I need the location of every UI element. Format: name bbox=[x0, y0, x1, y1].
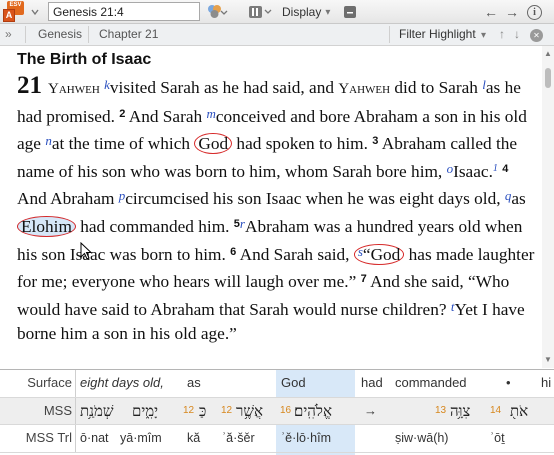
verse-text: did to Sarah bbox=[390, 78, 483, 97]
forward-button[interactable]: → bbox=[505, 0, 519, 24]
cross-reference-link[interactable]: m bbox=[206, 106, 215, 121]
verse-text: And Sarah bbox=[125, 106, 207, 126]
verse-number[interactable]: 4 bbox=[502, 163, 508, 175]
section-heading: The Birth of Isaac bbox=[17, 51, 152, 68]
color-palette-icon[interactable] bbox=[206, 0, 228, 24]
info-button[interactable]: i bbox=[527, 0, 542, 24]
mouse-cursor-icon bbox=[80, 242, 93, 260]
hebrew-word[interactable]: כַּ bbox=[199, 398, 206, 424]
panel-layout-icon[interactable] bbox=[248, 0, 274, 24]
hebrew-word[interactable]: אֹת֖ bbox=[510, 398, 528, 424]
mss-transliteration-row: MSS Trl ō·nat yā·mîm kă ʾă·šěr ʾě·lō·hîm… bbox=[0, 424, 554, 452]
transliteration-word[interactable]: ō·nat bbox=[80, 425, 109, 451]
highlighted-word-god[interactable]: s“God bbox=[353, 243, 405, 265]
breadcrumb-divider bbox=[389, 26, 390, 43]
scrollbar-thumb[interactable] bbox=[545, 68, 551, 88]
hebrew-word[interactable]: אֲשֶׁ֥ר bbox=[236, 398, 263, 424]
god-word: God bbox=[370, 244, 401, 264]
passage-text: 21 Yahweh kvisited Sarah as he had said, … bbox=[17, 73, 537, 347]
app-menu-chevron-icon[interactable] bbox=[30, 0, 40, 24]
close-icon: ✕ bbox=[530, 29, 543, 42]
app-letter-badge: A bbox=[3, 9, 15, 22]
breadcrumb: » Genesis Chapter 21 Filter Highlight ▾ … bbox=[0, 24, 554, 46]
scroll-down-arrow-icon[interactable]: ▼ bbox=[542, 355, 554, 365]
verse-text: And Abraham bbox=[17, 189, 119, 209]
display-chevron-icon: ▾ bbox=[325, 6, 331, 18]
bible-text-pane: The Birth of Isaac 21 Yahweh kvisited Sar… bbox=[0, 46, 542, 368]
quote-mark: “ bbox=[362, 244, 371, 264]
strong-number: 14 bbox=[490, 405, 502, 416]
verse-text: circumcised his son Isaac when he was ei… bbox=[125, 189, 505, 209]
transliteration-word[interactable]: ʾōṯ bbox=[490, 425, 505, 451]
filter-highlight-label: Filter Highlight bbox=[399, 27, 476, 41]
divine-name: Yahweh bbox=[48, 81, 100, 97]
verse-text: at the time of which bbox=[51, 134, 195, 154]
toolbar: ESV A Display ▾ ← → i bbox=[0, 0, 554, 24]
back-button[interactable]: ← bbox=[484, 0, 498, 24]
filter-chevron-icon: ▾ bbox=[481, 30, 487, 41]
verse-text: And Sarah said, bbox=[236, 244, 354, 264]
breadcrumb-expander[interactable]: » bbox=[5, 24, 12, 45]
strong-number: 12 bbox=[183, 405, 195, 416]
strong-number: 12 bbox=[221, 405, 233, 416]
mss-row: MSS שְׁמֹנַ֥ת יָמִ֑ים 12 כַּ 12 אֲשֶׁ֥ר … bbox=[0, 397, 554, 424]
row-label-surface: Surface bbox=[0, 370, 76, 397]
surface-word[interactable]: had bbox=[361, 370, 383, 396]
surface-row: Surface eight days old, as God had comma… bbox=[0, 370, 554, 397]
verse-text: as bbox=[511, 189, 526, 209]
highlighted-word-god[interactable]: God bbox=[194, 133, 233, 155]
surface-word[interactable]: • bbox=[506, 370, 511, 396]
highlighted-word-elohim[interactable]: Elohim bbox=[17, 215, 76, 237]
reference-input[interactable] bbox=[48, 2, 200, 21]
hebrew-word[interactable]: אֱלֹהִֽים׃ bbox=[294, 398, 332, 424]
display-menu-button[interactable]: Display ▾ bbox=[282, 0, 330, 24]
breadcrumb-chapter[interactable]: Chapter 21 bbox=[99, 24, 158, 45]
filter-highlight-button[interactable]: Filter Highlight ▾ bbox=[399, 24, 486, 45]
breadcrumb-book[interactable]: Genesis bbox=[38, 24, 82, 45]
display-label: Display bbox=[282, 5, 322, 19]
surface-word[interactable]: hi bbox=[541, 370, 551, 396]
strong-number: 16 bbox=[280, 405, 292, 416]
transliteration-word[interactable]: yā·mîm bbox=[120, 425, 162, 451]
hebrew-word[interactable]: שְׁמֹנַ֥ת bbox=[80, 398, 114, 424]
hebrew-word[interactable]: צִוָּ֥ה bbox=[450, 398, 470, 424]
verse-text: had spoken to him. bbox=[232, 134, 373, 154]
vertical-scrollbar[interactable]: ▲ ▼ bbox=[542, 46, 554, 368]
breadcrumb-divider bbox=[88, 26, 89, 43]
hebrew-word[interactable]: יָמִ֑ים bbox=[132, 398, 158, 424]
interlinear-pane: Surface eight days old, as God had comma… bbox=[0, 369, 554, 455]
close-filter-button[interactable]: ✕ bbox=[530, 24, 543, 45]
arrow-icon: → bbox=[364, 403, 377, 418]
strong-number: 13 bbox=[435, 405, 447, 416]
surface-word[interactable]: eight days old, bbox=[80, 370, 164, 396]
transliteration-word[interactable]: kă bbox=[187, 425, 200, 451]
scroll-up-arrow-icon[interactable]: ▲ bbox=[542, 49, 554, 59]
row-label-mss: MSS bbox=[0, 398, 76, 424]
back-arrow-icon: ← bbox=[484, 4, 498, 20]
breadcrumb-divider bbox=[25, 26, 26, 43]
divine-name: Yahweh bbox=[338, 81, 391, 97]
info-icon: i bbox=[527, 4, 542, 20]
verse-text: had commanded him. bbox=[75, 216, 234, 236]
transliteration-word[interactable]: ṣiw·wā(h) bbox=[395, 425, 448, 451]
verse-text: Isaac. bbox=[453, 161, 493, 181]
previous-highlight-button[interactable]: ↑ bbox=[499, 24, 505, 45]
chapter-number: 21 bbox=[17, 72, 42, 99]
transliteration-word[interactable]: ʾă·šěr bbox=[222, 425, 255, 451]
surface-word[interactable]: as bbox=[187, 370, 201, 396]
verse-text: visited Sarah as he had said, and bbox=[109, 78, 339, 97]
app-badge-icon[interactable]: ESV A bbox=[3, 1, 27, 22]
row-label-mss-trl: MSS Trl bbox=[0, 425, 76, 452]
next-highlight-button[interactable]: ↓ bbox=[514, 24, 520, 45]
surface-word[interactable]: God bbox=[281, 370, 306, 396]
forward-arrow-icon: → bbox=[505, 4, 519, 20]
transliteration-word[interactable]: ʾě·lō·hîm bbox=[281, 425, 331, 451]
notes-icon[interactable] bbox=[342, 0, 358, 24]
surface-word[interactable]: commanded bbox=[395, 370, 467, 396]
